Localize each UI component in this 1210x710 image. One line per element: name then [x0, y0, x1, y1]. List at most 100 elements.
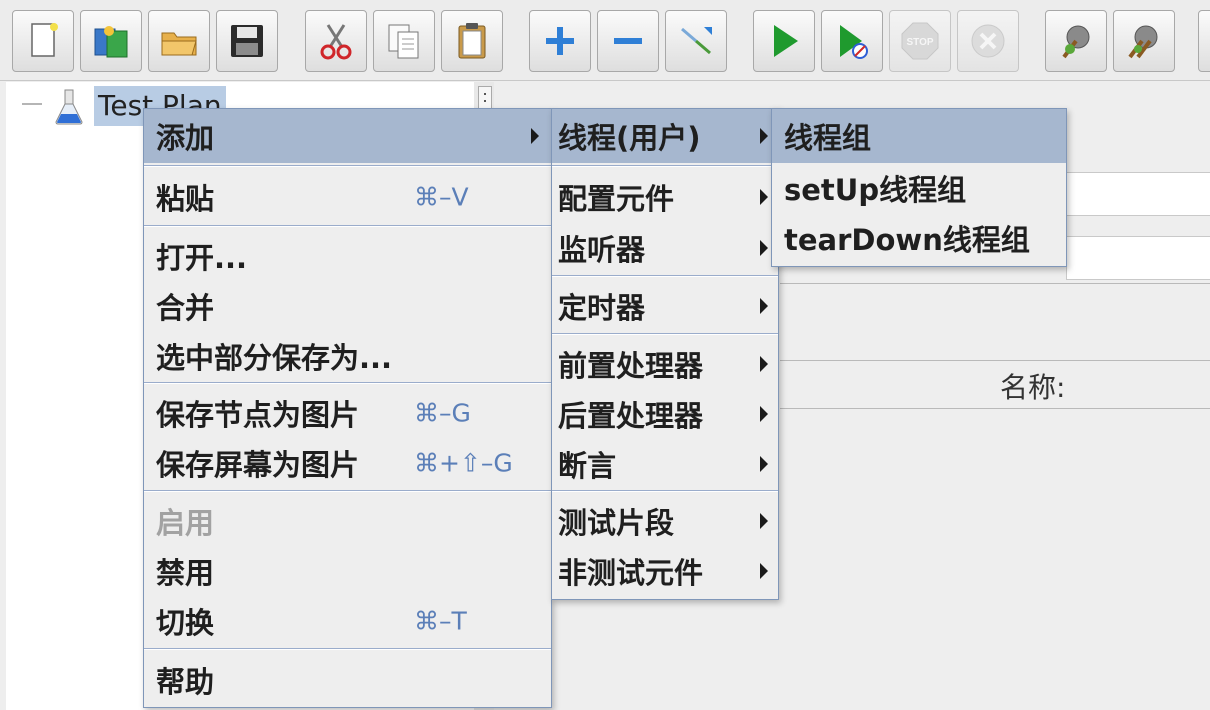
collapse-icon [614, 38, 642, 44]
menu-separator [552, 333, 778, 335]
context-menu: 添加 粘贴 ⌘–V 打开... 合并 选中部分保存为... 保存节点为图片 ⌘–… [143, 108, 552, 708]
menu-item-test-fragment[interactable]: 测试片段 [552, 496, 778, 546]
shortcut-label: ⌘–G [414, 398, 471, 428]
menu-item-label: 断言 [558, 449, 617, 483]
splitter-grip[interactable] [478, 86, 492, 110]
paste-button[interactable] [441, 10, 503, 72]
menu-item-preprocessor[interactable]: 前置处理器 [552, 339, 778, 389]
menu-item-label: 合并 [156, 291, 215, 325]
collapse-button[interactable] [597, 10, 659, 72]
menu-item-enable: 启用 [144, 496, 551, 546]
shutdown-button[interactable] [957, 10, 1019, 72]
menu-item-label: 配置元件 [558, 182, 675, 216]
submenu-arrow-icon [760, 189, 768, 205]
menu-item-label: 启用 [156, 506, 215, 540]
menu-item-save-node-image[interactable]: 保存节点为图片 ⌘–G [144, 388, 551, 438]
submenu-arrow-icon [760, 128, 768, 144]
clear-all-button[interactable] [1113, 10, 1175, 72]
menu-separator [144, 225, 551, 227]
menu-separator [144, 648, 551, 650]
shortcut-label: ⌘+⇧–G [414, 448, 513, 478]
submenu-arrow-icon [760, 356, 768, 372]
menu-item-toggle[interactable]: 切换 ⌘–T [144, 596, 551, 646]
menu-item-paste[interactable]: 粘贴 ⌘–V [144, 171, 551, 223]
menu-item-config[interactable]: 配置元件 [552, 171, 778, 223]
open-button[interactable] [148, 10, 210, 72]
templates-icon [94, 26, 128, 58]
menu-item-label: 非测试元件 [558, 556, 704, 590]
menu-item-label: 选中部分保存为... [156, 341, 393, 375]
menu-item-assertion[interactable]: 断言 [552, 439, 778, 489]
copy-button[interactable] [373, 10, 435, 72]
menu-item-label: tearDown线程组 [784, 223, 1030, 257]
add-submenu: 线程(用户) 配置元件 监听器 定时器 前置处理器 后置处理器 断言 测试片段 … [551, 108, 779, 600]
clear-all-icon [1128, 25, 1158, 59]
menu-item-timer[interactable]: 定时器 [552, 281, 778, 331]
submenu-arrow-icon [760, 406, 768, 422]
menu-item-disable[interactable]: 禁用 [144, 546, 551, 596]
save-icon [231, 25, 263, 57]
menu-separator [552, 490, 778, 492]
menu-item-label: 线程组 [784, 121, 872, 155]
menu-separator [144, 382, 551, 384]
menu-item-label: 保存节点为图片 [156, 398, 360, 432]
submenu-arrow-icon [760, 456, 768, 472]
menu-item-label: 禁用 [156, 556, 215, 590]
start-no-pauses-button[interactable] [821, 10, 883, 72]
menu-item-merge[interactable]: 合并 [144, 281, 551, 331]
menu-item-help[interactable]: 帮助 [144, 654, 551, 706]
templates-button[interactable] [80, 10, 142, 72]
new-button[interactable] [12, 10, 74, 72]
menu-item-save-screen-image[interactable]: 保存屏幕为图片 ⌘+⇧–G [144, 438, 551, 488]
menu-item-threads[interactable]: 线程(用户) [552, 109, 778, 163]
more-toolbar-button[interactable] [1198, 10, 1210, 72]
toggle-button[interactable] [665, 10, 727, 72]
menu-item-teardown-thread-group[interactable]: tearDown线程组 [772, 213, 1066, 263]
menu-item-postprocessor[interactable]: 后置处理器 [552, 389, 778, 439]
menu-item-non-test-elements[interactable]: 非测试元件 [552, 546, 778, 596]
shortcut-label: ⌘–V [414, 182, 469, 212]
start-button[interactable] [753, 10, 815, 72]
menu-item-setup-thread-group[interactable]: setUp线程组 [772, 163, 1066, 213]
editor-name-field[interactable] [1066, 172, 1210, 216]
stop-button[interactable]: STOP [889, 10, 951, 72]
paste-icon [458, 23, 486, 59]
divider [780, 360, 1210, 361]
shortcut-label: ⌘–T [414, 606, 467, 636]
start-icon [774, 25, 798, 57]
menu-separator [552, 165, 778, 167]
copy-icon [388, 24, 419, 59]
expand-icon [546, 27, 574, 55]
clear-icon [1062, 25, 1090, 59]
svg-text:STOP: STOP [906, 37, 933, 48]
editor-comment-field[interactable] [1066, 236, 1210, 280]
cut-button[interactable] [305, 10, 367, 72]
expand-button[interactable] [529, 10, 591, 72]
menu-separator [144, 165, 551, 167]
menu-item-add[interactable]: 添加 [144, 109, 551, 163]
menu-item-label: 保存屏幕为图片 [156, 448, 360, 482]
menu-item-label: 监听器 [558, 233, 646, 267]
menu-item-label: 切换 [156, 606, 215, 640]
save-button[interactable] [216, 10, 278, 72]
menu-item-thread-group[interactable]: 线程组 [772, 109, 1066, 163]
cut-icon [320, 24, 352, 60]
menu-item-label: 添加 [156, 121, 215, 155]
tree-connector [22, 103, 42, 105]
menu-item-label: 前置处理器 [558, 349, 704, 383]
clear-button[interactable] [1045, 10, 1107, 72]
open-icon [161, 32, 197, 56]
menu-item-open[interactable]: 打开... [144, 231, 551, 281]
menu-item-label: 粘贴 [156, 182, 215, 216]
toggle-icon [681, 27, 712, 55]
divider [780, 283, 1210, 284]
menu-item-listener[interactable]: 监听器 [552, 223, 778, 273]
submenu-arrow-icon [760, 563, 768, 579]
new-icon [31, 23, 58, 57]
menu-item-label: 帮助 [156, 665, 215, 699]
menu-item-label: 后置处理器 [558, 399, 704, 433]
submenu-arrow-icon [760, 513, 768, 529]
shutdown-icon [971, 24, 1005, 58]
menu-item-save-selection[interactable]: 选中部分保存为... [144, 331, 551, 381]
start-no-pauses-icon [840, 25, 868, 59]
